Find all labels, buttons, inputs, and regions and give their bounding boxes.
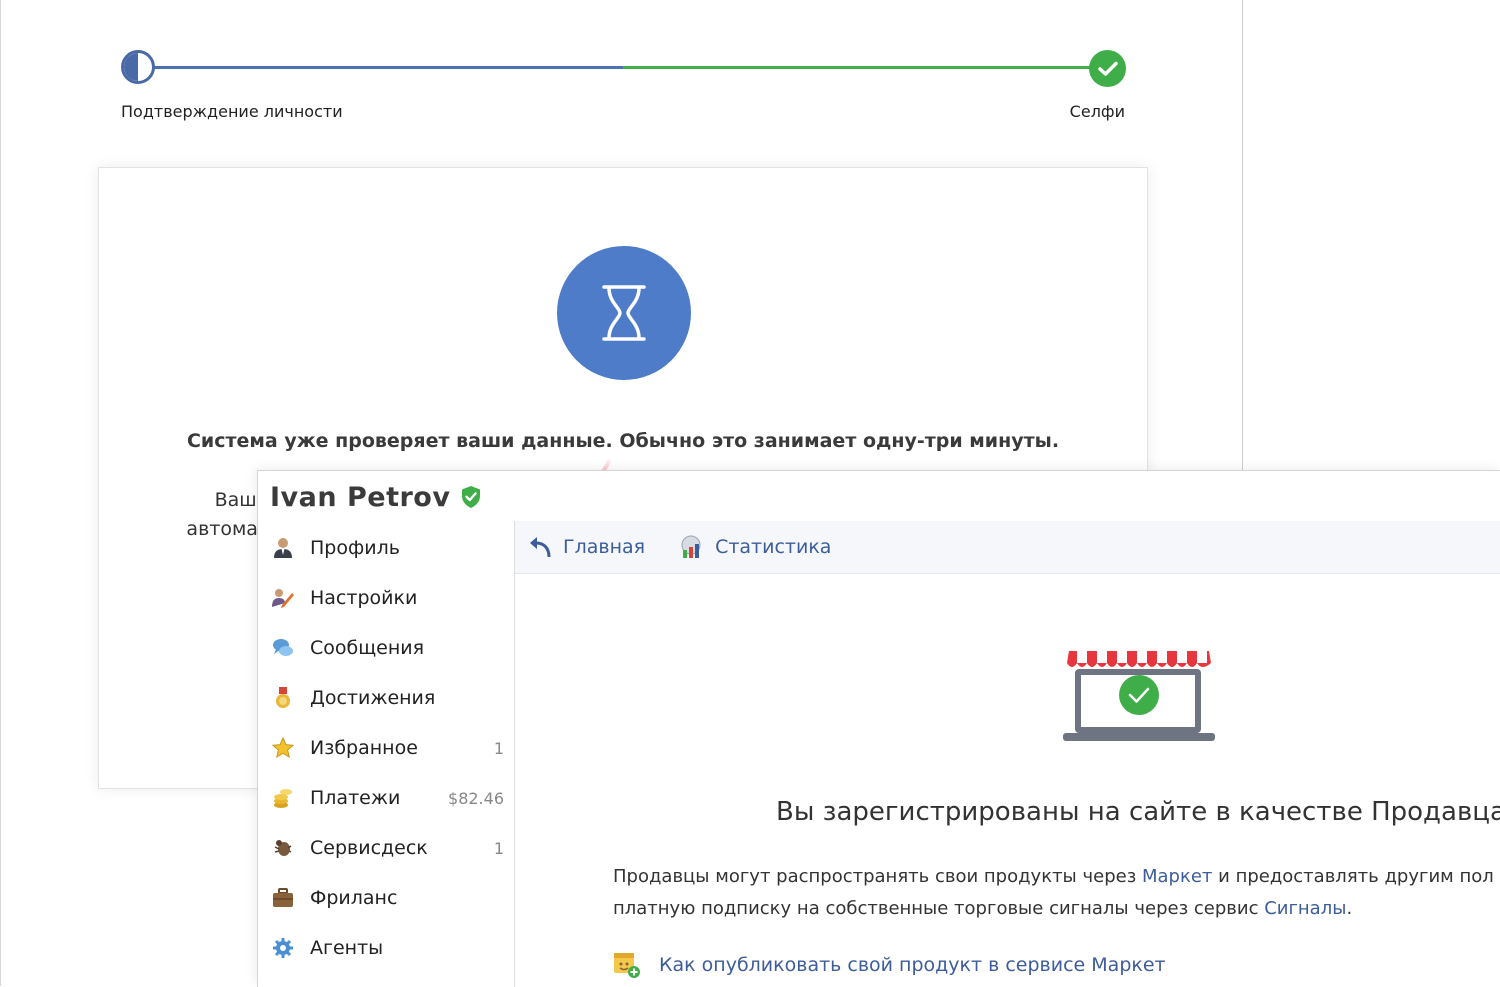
sidebar-item-favorites[interactable]: Избранное 1	[272, 733, 504, 763]
sidebar-item-payments[interactable]: Платежи $82.46	[272, 783, 504, 813]
profile-panel: Ivan Petrov Профиль Настройки Сообщения …	[257, 470, 1500, 987]
star-icon	[272, 737, 294, 759]
messages-icon	[272, 637, 294, 659]
seller-desc-text: и предоставлять другим пол	[1212, 866, 1494, 887]
market-link[interactable]: Маркет	[1142, 866, 1212, 887]
help-link-row[interactable]: Как опубликовать свой продукт в сервисе …	[613, 951, 1166, 979]
sidebar-item-label: Профиль	[310, 537, 400, 559]
sidebar: Профиль Настройки Сообщения Достижения И…	[258, 521, 515, 987]
medal-icon	[272, 687, 294, 709]
bug-icon	[272, 837, 294, 859]
seller-desc-text: .	[1346, 898, 1353, 919]
step-selfie-check-icon	[1089, 50, 1126, 87]
sidebar-item-profile[interactable]: Профиль	[272, 533, 504, 563]
obscured-text: Ваши автомат	[179, 486, 269, 544]
briefcase-icon	[272, 887, 294, 909]
nav-home-label: Главная	[563, 536, 646, 558]
sidebar-item-label: Достижения	[310, 687, 436, 709]
step-selfie-label: Селфи	[1069, 102, 1125, 121]
payments-balance: $82.46	[448, 788, 504, 808]
market-storefront-icon	[1063, 651, 1215, 741]
user-name[interactable]: Ivan Petrov	[270, 482, 450, 513]
sidebar-item-label: Фриланс	[310, 887, 398, 909]
checking-status-text: Система уже проверяет ваши данные. Обычн…	[186, 430, 1060, 452]
settings-icon	[272, 587, 294, 609]
step-identity-indicator	[121, 50, 155, 84]
sidebar-item-label: Сообщения	[310, 637, 425, 659]
help-publish-link[interactable]: Как опубликовать свой продукт в сервисе …	[659, 954, 1166, 976]
sidebar-item-label: Настройки	[310, 587, 418, 609]
sidebar-item-label: Сервисдеск	[310, 837, 428, 859]
hourglass-icon	[557, 246, 691, 380]
nav-stats-link[interactable]: Статистика	[679, 534, 831, 560]
sidebar-item-label: Избранное	[310, 737, 418, 759]
stats-chart-icon	[679, 534, 705, 560]
seller-description: Продавцы могут распространять свои проду…	[613, 861, 1500, 925]
progress-line-completed	[141, 66, 623, 69]
sidebar-item-servicedesk[interactable]: Сервисдеск 1	[272, 833, 504, 863]
seller-desc-text: Продавцы могут распространять свои проду…	[613, 866, 1142, 887]
step-identity-label: Подтверждение личности	[121, 102, 343, 121]
favorites-count: 1	[493, 738, 504, 758]
servicedesk-count: 1	[493, 838, 504, 858]
seller-registered-title: Вы зарегистрированы на сайте в качестве …	[776, 797, 1500, 827]
obscured-text-line2: автомат	[186, 518, 269, 540]
shield-check-icon	[460, 485, 482, 509]
profile-icon	[272, 537, 294, 559]
sidebar-item-label: Платежи	[310, 787, 401, 809]
top-nav: Главная Статистика	[515, 521, 1500, 574]
sidebar-item-messages[interactable]: Сообщения	[272, 633, 504, 663]
progress-line-pending	[623, 66, 1108, 69]
back-arrow-icon	[527, 534, 553, 560]
sidebar-item-settings[interactable]: Настройки	[272, 583, 504, 613]
coins-icon	[272, 787, 294, 809]
nav-home-link[interactable]: Главная	[527, 534, 645, 560]
seller-desc-text: платную подписку на собственные торговые…	[613, 898, 1265, 919]
obscured-text-line1: Ваши	[214, 489, 269, 511]
gear-icon	[272, 937, 294, 959]
signals-link[interactable]: Сигналы	[1264, 898, 1346, 919]
sidebar-item-label: Агенты	[310, 937, 384, 959]
sidebar-item-freelance[interactable]: Фриланс	[272, 883, 504, 913]
sidebar-item-achievements[interactable]: Достижения	[272, 683, 504, 713]
sidebar-item-agents[interactable]: Агенты	[272, 933, 504, 963]
add-product-icon	[614, 953, 640, 978]
nav-stats-label: Статистика	[715, 536, 832, 558]
user-header: Ivan Petrov	[270, 477, 482, 517]
